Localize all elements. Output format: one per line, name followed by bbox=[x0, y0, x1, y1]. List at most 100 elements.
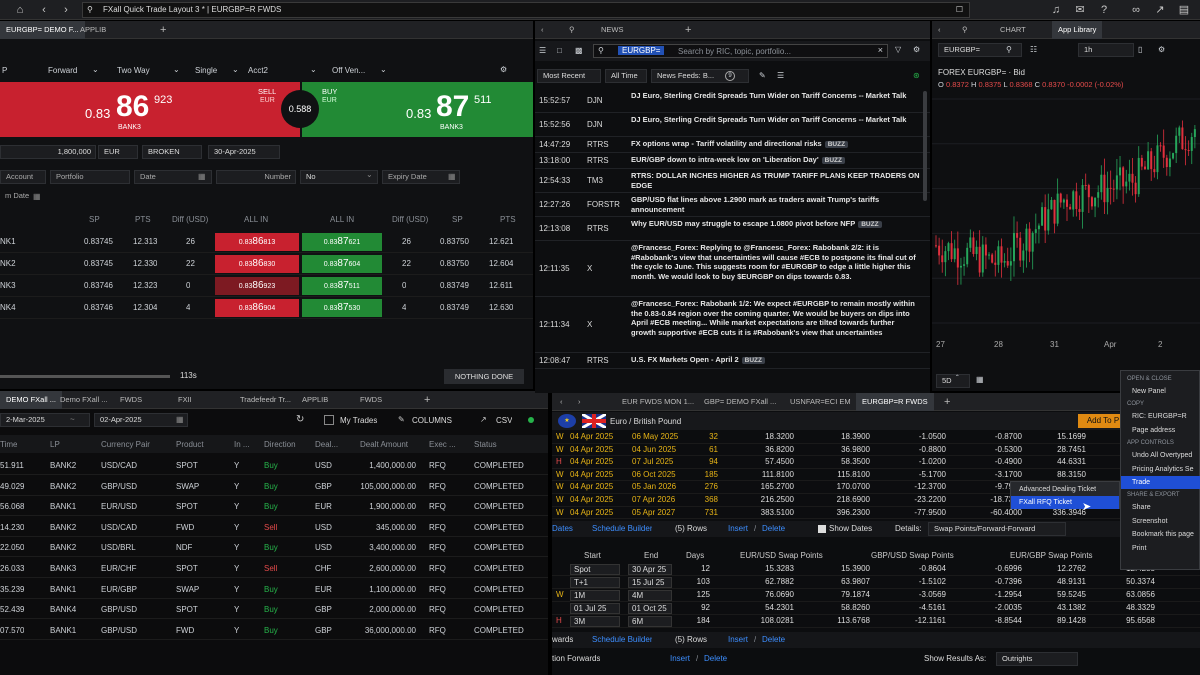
results-select[interactable]: Outrights bbox=[996, 652, 1078, 666]
swap-cell[interactable]: T+1 bbox=[570, 577, 620, 588]
forward-icon[interactable]: › bbox=[572, 393, 587, 411]
add-tab-icon[interactable]: + bbox=[679, 21, 697, 39]
details-select[interactable]: Swap Points/Forward-Forward bbox=[928, 522, 1066, 536]
fxall-rfq-ticket-item[interactable]: FXall RFQ Ticket bbox=[1011, 496, 1119, 509]
calendar-icon[interactable]: ▦ bbox=[198, 172, 206, 181]
chevron-down-icon[interactable]: ⌄ bbox=[380, 65, 387, 74]
sell-price-tile[interactable]: SELL EUR 0.83 86 923 BANK3 bbox=[0, 82, 300, 137]
list-icon[interactable]: ☰ bbox=[777, 71, 784, 80]
news-item[interactable]: 12:08:47 RTRS U.S. FX Markets Open - April… bbox=[535, 353, 930, 369]
search-icon[interactable]: ⚲ bbox=[563, 21, 581, 39]
side-setting[interactable]: P bbox=[2, 66, 7, 75]
news-scrollbar[interactable] bbox=[923, 91, 927, 201]
refresh-icon[interactable]: ↻ bbox=[296, 414, 304, 425]
back-icon[interactable]: ‹ bbox=[932, 21, 947, 39]
filter-icon[interactable]: ▽ bbox=[895, 45, 901, 54]
buy-price-tile[interactable]: BUY EUR 0.83 87 511 BANK3 bbox=[302, 82, 533, 137]
home-icon[interactable]: ⌂ bbox=[12, 2, 28, 18]
swap-cell[interactable]: 4M bbox=[628, 590, 672, 601]
swap-row[interactable]: H 3M 6M 184 108.0281 113.6768 -12.1161 -8.8544 8… bbox=[552, 615, 1200, 628]
address-bar[interactable]: ⚲ FXall Quick Trade Layout 3 * | EURGBP=… bbox=[82, 2, 970, 18]
context-menu-item[interactable]: Bookmark this page bbox=[1121, 528, 1200, 541]
sell-quote-button[interactable]: 0.8386830 bbox=[215, 255, 299, 273]
swap-cell[interactable]: 01 Oct 25 bbox=[628, 603, 672, 614]
context-menu-item[interactable]: Pricing Analytics Se bbox=[1121, 463, 1200, 476]
insert-link-3[interactable]: Insert bbox=[670, 654, 690, 663]
account-field[interactable]: Account bbox=[0, 170, 46, 184]
swap-cell[interactable]: 1M bbox=[570, 590, 620, 601]
context-menu-item[interactable]: Trade bbox=[1121, 476, 1200, 489]
tab-applib[interactable]: APPLIB bbox=[74, 21, 112, 39]
forward-row[interactable]: W 04 Apr 2025 06 May 2025 32 18.3200 18.3900 -… bbox=[552, 431, 1200, 444]
pin-icon[interactable]: ☰ bbox=[539, 46, 546, 55]
context-menu-item[interactable]: Screenshot bbox=[1121, 515, 1200, 528]
news-item[interactable]: 12:27:26 FORSTR GBP/USD flat lines above 1… bbox=[535, 193, 930, 217]
schedule-builder-link[interactable]: Schedule Builder bbox=[592, 524, 652, 533]
ric-chip[interactable]: EURGBP= bbox=[618, 46, 665, 55]
bell-icon[interactable]: ♫ bbox=[1048, 2, 1064, 18]
currency-select[interactable]: EUR bbox=[98, 145, 138, 159]
product-select[interactable]: Forward bbox=[48, 66, 77, 75]
news-item[interactable]: 14:47:29 RTRS FX options wrap - Tariff vol… bbox=[535, 137, 930, 153]
search-icon[interactable]: ⚲ bbox=[1006, 45, 1012, 54]
trade-row[interactable]: 26.033 BANK3 EUR/CHF SPOT Y Sell CHF 2,600,000.… bbox=[0, 558, 548, 578]
context-menu-item[interactable]: Share bbox=[1121, 501, 1200, 514]
forward-row[interactable]: H 04 Apr 2025 07 Jul 2025 94 57.4500 58.3500 -… bbox=[552, 456, 1200, 469]
bookmark-icon[interactable]: ☐ bbox=[956, 3, 963, 17]
chevron-up-icon[interactable]: ˆ bbox=[956, 374, 959, 383]
insert-link-2[interactable]: Insert bbox=[728, 635, 748, 644]
quote-type-select[interactable]: Two Way bbox=[117, 66, 150, 75]
back-icon[interactable]: ‹ bbox=[36, 2, 52, 18]
add-tab-icon[interactable]: + bbox=[418, 391, 436, 409]
back-icon[interactable]: ‹ bbox=[535, 21, 550, 39]
trade-row[interactable]: 35.239 BANK1 EUR/GBP SWAP Y Buy EUR 1,100,000.0… bbox=[0, 579, 548, 599]
sell-quote-button[interactable]: 0.8386904 bbox=[215, 299, 299, 317]
account-select[interactable]: Acct2 bbox=[248, 66, 268, 75]
my-trades-checkbox[interactable] bbox=[324, 415, 334, 425]
number-field[interactable]: Number bbox=[216, 170, 296, 184]
delete-link[interactable]: Delete bbox=[762, 524, 785, 533]
help-icon[interactable]: ? bbox=[1096, 2, 1112, 18]
trade-row[interactable]: 07.570 BANK1 GBP/USD FWD Y Buy GBP 36,000,000.0… bbox=[0, 620, 548, 640]
nothing-done-button[interactable]: NOTHING DONE bbox=[444, 369, 524, 384]
back-icon[interactable]: ‹ bbox=[554, 393, 569, 411]
share-icon[interactable]: ↗ bbox=[1152, 2, 1168, 18]
news-search-input[interactable]: ⚲ EURGBP= Search by RIC, topic, portfoli… bbox=[593, 44, 888, 58]
trade-row[interactable]: 14.230 BANK2 USD/CAD FWD Y Sell USD 345,000.00 R… bbox=[0, 517, 548, 537]
allocation-select[interactable]: Single bbox=[195, 66, 217, 75]
calendar-icon[interactable]: ▦ bbox=[176, 415, 184, 424]
trade-row[interactable]: 52.439 BANK4 GBP/USD SPOT Y Buy GBP 2,000,000.0… bbox=[0, 599, 548, 620]
buy-quote-button[interactable]: 0.8387511 bbox=[302, 277, 382, 295]
tab-app-library[interactable]: App Library bbox=[1052, 21, 1103, 39]
news-item[interactable]: 12:13:08 RTRS Why EUR/USD may struggle to … bbox=[535, 217, 930, 241]
context-menu-item[interactable]: Undo All Overtyped bbox=[1121, 449, 1200, 462]
calendar-icon[interactable]: ▦ bbox=[448, 172, 456, 181]
sell-quote-button[interactable]: 0.8386813 bbox=[215, 233, 299, 251]
price-chart[interactable]: 27 28 31 Apr 2 bbox=[932, 93, 1200, 353]
swap-cell[interactable]: 30 Apr 25 bbox=[628, 564, 672, 575]
interval-select[interactable]: 1h bbox=[1078, 43, 1134, 57]
buy-quote-button[interactable]: 0.8387530 bbox=[302, 299, 382, 317]
context-menu-item[interactable]: Print bbox=[1121, 542, 1200, 555]
swap-cell[interactable]: 01 Jul 25 bbox=[570, 603, 620, 614]
trade-row[interactable]: 56.068 BANK1 EUR/USD SPOT Y Buy EUR 1,900,000.0… bbox=[0, 496, 548, 517]
chevron-down-icon[interactable]: ⌄ bbox=[173, 65, 180, 74]
tab-usnfar[interactable]: USNFAR=ECI EM bbox=[784, 393, 857, 411]
news-item[interactable]: 12:54:33 TM3 RTRS: DOLLAR INCHES HIGHER AS… bbox=[535, 169, 930, 193]
schedule-builder-link-2[interactable]: Schedule Builder bbox=[592, 635, 652, 644]
context-menu-item[interactable]: New Panel bbox=[1121, 385, 1200, 398]
settings-icon[interactable]: ⚙ bbox=[500, 65, 507, 74]
add-tab-icon[interactable]: + bbox=[938, 393, 956, 411]
calendar-icon[interactable]: ▦ bbox=[33, 192, 41, 201]
swap-cell[interactable]: 6M bbox=[628, 616, 672, 627]
chevron-down-icon[interactable]: ⌄ bbox=[232, 65, 239, 74]
tab-gbp-demo[interactable]: GBP= DEMO FXall ... bbox=[698, 393, 782, 411]
tab-applib-2[interactable]: APPLIB bbox=[296, 391, 334, 409]
chevron-down-icon[interactable]: ⌄ bbox=[366, 170, 373, 179]
tab-news[interactable]: NEWS bbox=[595, 21, 630, 39]
swap-row[interactable]: Spot 30 Apr 25 12 15.3283 15.3900 -0.8604 -0.6… bbox=[552, 563, 1200, 576]
tab-eur-fwds[interactable]: EUR FWDS MON 1... bbox=[616, 393, 700, 411]
trade-row[interactable]: 49.029 BANK2 GBP/USD SWAP Y Buy GBP 105,000,000… bbox=[0, 476, 548, 496]
csv-button[interactable]: CSV bbox=[496, 416, 512, 425]
sell-quote-button[interactable]: 0.8386923 bbox=[215, 277, 299, 295]
